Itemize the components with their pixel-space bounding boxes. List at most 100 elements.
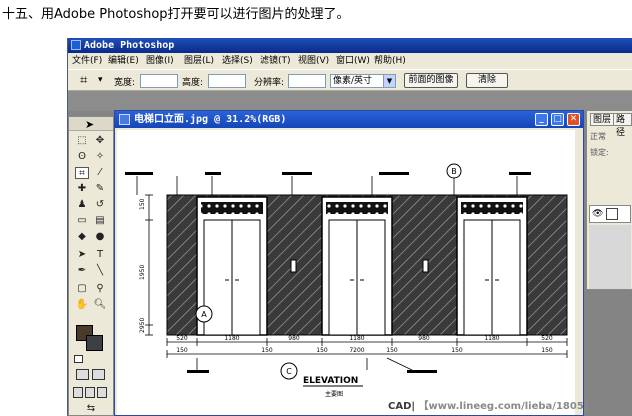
menu-layer[interactable]: 图层(L) — [184, 53, 214, 69]
photoshop-logo-icon — [71, 40, 81, 50]
elevation-title: ELEVATION — [303, 376, 358, 386]
gradient-tool-icon[interactable]: ▤ — [93, 215, 107, 227]
watermark-cad: CAD| — [388, 401, 416, 412]
document-window: 电梯口立面.jpg @ 31.2%(RGB) _ □ ✕ B 150 1950 … — [114, 110, 584, 416]
left-dimension-lines — [145, 194, 153, 336]
dodge-tool-icon[interactable]: ● — [93, 231, 107, 243]
move-tool-icon[interactable]: ✥ — [93, 135, 107, 147]
screen-mode-standard-icon[interactable] — [73, 387, 83, 398]
notes-tool-icon[interactable]: ▢ — [75, 283, 89, 295]
minimize-button[interactable]: _ — [535, 113, 548, 126]
tab-paths[interactable]: 路径 — [613, 113, 632, 138]
left-dim-2: 1950 — [139, 265, 146, 280]
dim-bottom-5: 150 — [386, 347, 398, 354]
dimension-row-top-labels: 520 1180 980 1180 980 1180 520 — [176, 335, 553, 342]
resolution-unit-value: 像素/英寸 — [333, 76, 373, 86]
type-tool-icon[interactable]: T — [93, 249, 107, 261]
dim-bottom-1: 150 — [176, 347, 188, 354]
document-canvas[interactable]: B 150 1950 2950 A 520 1180 980 1180 980 … — [117, 130, 583, 415]
layer-thumbnail — [606, 208, 618, 220]
workspace-strip — [68, 91, 632, 111]
background-color-swatch[interactable] — [86, 335, 103, 351]
left-dim-3: 2950 — [139, 318, 146, 333]
document-icon — [119, 114, 130, 125]
height-label: 高度: — [182, 78, 204, 88]
grid-bubble-a-label: A — [201, 310, 207, 319]
call-button-1 — [290, 259, 297, 273]
pen-tool-icon[interactable]: ✒ — [75, 265, 89, 277]
eye-logo-icon: ➤ — [85, 118, 95, 131]
default-colors-icon[interactable] — [74, 355, 83, 363]
path-select-tool-icon[interactable]: ➤ — [75, 249, 89, 261]
options-sep-icon: ▾ — [98, 75, 103, 85]
menu-edit[interactable]: 编辑(E) — [108, 53, 139, 69]
blur-tool-icon[interactable]: ◆ — [75, 231, 89, 243]
options-bar: ⌗ ▾ 宽度: 高度: 分辨率: 像素/英寸 ▼ 前面的图像 清除 — [68, 69, 632, 91]
elevator-door-2 — [321, 196, 393, 336]
close-button[interactable]: ✕ — [567, 113, 580, 126]
width-input[interactable] — [140, 74, 178, 88]
eyedropper-tool-icon[interactable]: ⚲ — [93, 283, 107, 295]
crop-tool-button-icon[interactable]: ⌗ — [75, 167, 89, 179]
shape-tool-icon[interactable]: ╲ — [93, 265, 107, 277]
menu-help[interactable]: 帮助(H) — [374, 53, 406, 69]
bottom-note-1 — [187, 370, 209, 373]
dim-bottom-4: 7200 — [349, 347, 364, 354]
lock-label: 锁定: — [590, 148, 609, 157]
toolbox: ➤ ⬚ ✥ ʘ ✧ ⌗ ⁄ ✚ ✎ ♟ ↺ ▭ ▤ ◆ ● ➤ T ✒ ╲ ▢ … — [68, 116, 114, 416]
dim-bottom-6: 150 — [451, 347, 463, 354]
canvas-scrollbar[interactable] — [575, 130, 583, 415]
brush-tool-icon[interactable]: ✎ — [93, 183, 107, 195]
slice-tool-icon[interactable]: ⁄ — [93, 167, 107, 179]
dim-top-2: 1180 — [224, 335, 239, 342]
layer-row[interactable]: 👁︎ — [589, 205, 631, 223]
watermark: CAD| 【www.lineeg.com/lieba/1805】 — [388, 397, 594, 412]
clear-button[interactable]: 清除 — [466, 73, 508, 88]
resolution-unit-select[interactable]: 像素/英寸 ▼ — [330, 74, 396, 88]
marquee-tool-icon[interactable]: ⬚ — [75, 135, 89, 147]
dim-top-3: 980 — [288, 335, 300, 342]
elevator-door-3 — [456, 196, 528, 336]
dim-top-5: 980 — [418, 335, 430, 342]
chevron-down-icon: ▼ — [383, 75, 395, 87]
menu-select[interactable]: 选择(S) — [222, 53, 253, 69]
watermark-url: 【www.lineeg.com/lieba/1805】 — [418, 401, 594, 412]
zoom-tool-icon[interactable]: 🔍︎ — [93, 299, 107, 311]
elevation-subtitle: 主要图 — [325, 390, 343, 398]
history-brush-tool-icon[interactable]: ↺ — [93, 199, 107, 211]
quickmask-mode-icon[interactable] — [92, 369, 105, 380]
layers-empty-area — [589, 225, 631, 289]
magic-wand-tool-icon[interactable]: ✧ — [93, 151, 107, 163]
dim-bottom-2: 150 — [261, 347, 273, 354]
resolution-input[interactable] — [288, 74, 326, 88]
front-image-button[interactable]: 前面的图像 — [404, 73, 458, 88]
dim-top-4: 1180 — [349, 335, 364, 342]
lasso-tool-icon[interactable]: ʘ — [75, 151, 89, 163]
menu-image[interactable]: 图像(I) — [146, 53, 174, 69]
photoshop-window: Adobe Photoshop 文件(F) 编辑(E) 图像(I) 图层(L) … — [67, 38, 632, 416]
maximize-button[interactable]: □ — [551, 113, 564, 126]
left-dim-1: 150 — [139, 198, 146, 210]
standard-mode-icon[interactable] — [76, 369, 89, 380]
clone-stamp-tool-icon[interactable]: ♟ — [75, 199, 89, 211]
dimension-row-bottom — [166, 350, 568, 358]
screen-mode-full-icon[interactable] — [97, 387, 107, 398]
eraser-tool-icon[interactable]: ▭ — [75, 215, 89, 227]
layers-panel: 图层 路径 正常 锁定: 👁︎ — [586, 110, 632, 290]
menu-filter[interactable]: 滤镜(T) — [260, 53, 291, 69]
eye-visibility-icon[interactable]: 👁︎ — [592, 209, 603, 219]
crop-tool-icon[interactable]: ⌗ — [80, 73, 87, 88]
healing-brush-tool-icon[interactable]: ✚ — [75, 183, 89, 195]
tab-layers[interactable]: 图层 — [590, 113, 615, 126]
hand-tool-icon[interactable]: ✋ — [75, 299, 89, 311]
jump-to-imageready-icon[interactable]: ⇆ — [79, 403, 103, 415]
height-input[interactable] — [208, 74, 246, 88]
menu-view[interactable]: 视图(V) — [298, 53, 329, 69]
grid-bubble-c-label: C — [286, 367, 292, 376]
blend-mode-value[interactable]: 正常 — [590, 131, 606, 142]
screen-mode-full-menu-icon[interactable] — [85, 387, 95, 398]
menu-window[interactable]: 窗口(W) — [336, 53, 370, 69]
top-annotation-labels — [125, 172, 531, 175]
document-titlebar[interactable]: 电梯口立面.jpg @ 31.2%(RGB) _ □ ✕ — [115, 111, 583, 128]
menu-file[interactable]: 文件(F) — [72, 53, 102, 69]
